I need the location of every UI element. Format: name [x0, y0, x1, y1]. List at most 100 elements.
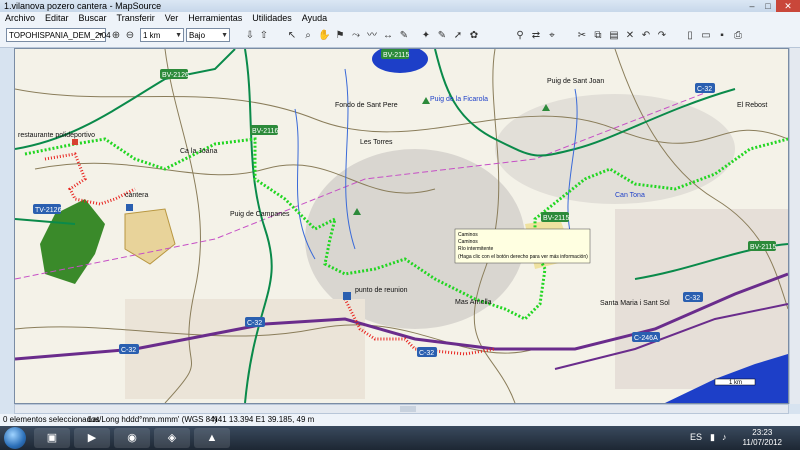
redo-icon[interactable]: ↷ [656, 30, 668, 42]
clock-time: 23:23 [752, 428, 773, 437]
road-badge-label: C-32 [121, 347, 136, 354]
menu-editar[interactable]: Editar [40, 12, 74, 25]
place-label: cantera [125, 192, 148, 199]
route-plan-icon[interactable]: ⇄ [530, 30, 542, 42]
road-badge-label: C-32 [685, 295, 700, 302]
select-tool-icon[interactable]: ↖ [286, 30, 298, 42]
copy-icon[interactable]: ⧉ [592, 30, 604, 42]
find-places-icon[interactable]: ✦ [420, 30, 432, 42]
undo-icon[interactable]: ↶ [640, 30, 652, 42]
clock-date: 11/07/2012 [742, 438, 782, 447]
chevron-down-icon: ▼ [175, 32, 182, 39]
detail-select[interactable]: Bajo ▼ [186, 28, 230, 42]
find-address-icon[interactable]: ✎ [436, 30, 448, 42]
cursor-coordinates: N41 13.394 E1 39.185, 49 m [212, 415, 315, 424]
taskbar-clock[interactable]: 23:23 11/07/2012 [743, 428, 782, 448]
zoom-in-icon[interactable]: ⊕ [110, 30, 122, 42]
road-badge-label: C-32 [419, 350, 434, 357]
delete-icon[interactable]: ✕ [624, 30, 636, 42]
menu-ayuda[interactable]: Ayuda [297, 12, 332, 25]
road-badge-label: C-32 [247, 320, 262, 327]
paste-icon[interactable]: ▤ [608, 30, 620, 42]
track-tool-icon[interactable]: 〰 [366, 30, 378, 42]
place-label: Les Torres [360, 139, 393, 146]
menu-utilidades[interactable]: Utilidades [247, 12, 297, 25]
place-label: Mas Arnolla [455, 299, 492, 306]
scale-label: 1 km [729, 380, 742, 386]
start-button[interactable] [4, 427, 26, 449]
volume-icon[interactable]: ♪ [722, 432, 727, 442]
route-tool-icon[interactable]: ⤳ [350, 30, 362, 42]
place-label: El Rebost [737, 102, 767, 109]
cut-icon[interactable]: ✂ [576, 30, 588, 42]
waypoint-tool-icon[interactable]: ⚑ [334, 30, 346, 42]
place-label: Ca la Joana [180, 148, 217, 155]
place-label: Puig de Campanes [230, 211, 290, 218]
road-badge-label: BV-2115 [543, 215, 569, 222]
chevron-down-icon: ▼ [97, 32, 104, 39]
taskbar-app-icon[interactable]: ◈ [154, 428, 190, 448]
menu-transferir[interactable]: Transferir [112, 12, 160, 25]
place-label: Fondo de Sant Pere [335, 102, 398, 109]
meeting-point-marker-icon[interactable] [343, 292, 351, 300]
pencil-tool-icon[interactable]: ✎ [398, 30, 410, 42]
urban-area [125, 299, 365, 399]
menu-herramientas[interactable]: Herramientas [183, 12, 247, 25]
place-label: Puig de la Ficarola [430, 96, 488, 103]
close-button[interactable]: ✕ [776, 0, 800, 12]
minimize-button[interactable]: – [744, 0, 760, 12]
routing-icon[interactable]: ➚ [452, 30, 464, 42]
measure-tool-icon[interactable]: ↔ [382, 30, 394, 42]
mapsource-window: 1.vilanova pozero cantera - MapSource – … [0, 0, 800, 426]
map-tooltip: Caminos Caminos Río intermitente (Haga c… [454, 228, 591, 264]
chevron-down-icon: ▼ [221, 32, 228, 39]
send-icon[interactable]: ⇧ [258, 30, 270, 42]
gps-icon[interactable]: ⌖ [546, 30, 558, 42]
open-folder-icon[interactable]: ▭ [700, 30, 712, 42]
taskbar-app-icon[interactable]: ◉ [114, 428, 150, 448]
road-badge-label: BV-2115 [750, 244, 776, 251]
menu-archivo[interactable]: Archivo [0, 12, 40, 25]
taskbar-mapsource-icon[interactable]: ▲ [194, 428, 230, 448]
zoom-tool-icon[interactable]: ⌕ [302, 30, 314, 42]
coordinate-format: Lat/Long hddd°mm.mmm' (WGS 84) [88, 415, 218, 424]
taskbar-media-icon[interactable]: ▶ [74, 428, 110, 448]
zoom-out-icon[interactable]: ⊖ [124, 30, 136, 42]
zoom-select[interactable]: 1 km ▼ [140, 28, 184, 42]
horizontal-scrollbar[interactable] [14, 404, 789, 414]
tooltip-line: Caminos [458, 239, 478, 245]
network-icon[interactable]: ▮ [710, 432, 715, 443]
print-icon[interactable]: ⎙ [732, 30, 744, 42]
new-file-icon[interactable]: ▯ [684, 30, 696, 42]
binoculars-icon[interactable]: ⚲ [514, 30, 526, 42]
map-product-value: TOPOHISPANIA_DEM_2.04 [9, 31, 111, 40]
vertical-scrollbar[interactable] [789, 48, 800, 404]
menu-buscar[interactable]: Buscar [74, 12, 112, 25]
road-badge-label: C-246A [634, 335, 658, 342]
tooltip-line: (Haga clic con el botón derecho para ver… [458, 254, 588, 260]
quarry-marker-icon[interactable] [126, 204, 133, 211]
save-icon[interactable]: ▪ [716, 30, 728, 42]
marker-icon[interactable]: ✿ [468, 30, 480, 42]
maximize-button[interactable]: □ [760, 0, 776, 12]
toolbar: TOPOHISPANIA_DEM_2.04 ▼ ⊕ ⊖ 1 km ▼ Bajo ▼ ⇩… [0, 25, 800, 48]
place-label: punto de reunion [355, 287, 408, 294]
map-canvas[interactable]: 1 km BV-2126 BV-2116 BV-2115 BV-2115 BV-… [15, 49, 788, 403]
receive-icon[interactable]: ⇩ [244, 30, 256, 42]
road-badge-label: C-32 [697, 86, 712, 93]
title-bar[interactable]: 1.vilanova pozero cantera - MapSource – … [0, 0, 800, 12]
map-product-select[interactable]: TOPOHISPANIA_DEM_2.04 ▼ [6, 28, 111, 42]
map-view[interactable]: 1 km BV-2126 BV-2116 BV-2115 BV-2115 BV-… [14, 48, 789, 404]
taskbar-explorer-icon[interactable]: ▣ [34, 428, 70, 448]
menu-ver[interactable]: Ver [160, 12, 184, 25]
zoom-value: 1 km [143, 31, 161, 40]
scrollbar-thumb[interactable] [400, 406, 416, 412]
road-badge-label: BV-2116 [252, 128, 278, 135]
hand-tool-icon[interactable]: ✋ [318, 30, 330, 42]
menu-bar: Archivo Editar Buscar Transferir Ver Her… [0, 12, 800, 25]
language-indicator[interactable]: ES [690, 432, 702, 442]
restaurant-marker-icon[interactable] [72, 139, 78, 145]
selection-status: 0 elementos seleccionados [3, 415, 100, 424]
road-badge-label: BV-2115 [383, 52, 409, 59]
road-badge-label: BV-2126 [162, 72, 189, 79]
